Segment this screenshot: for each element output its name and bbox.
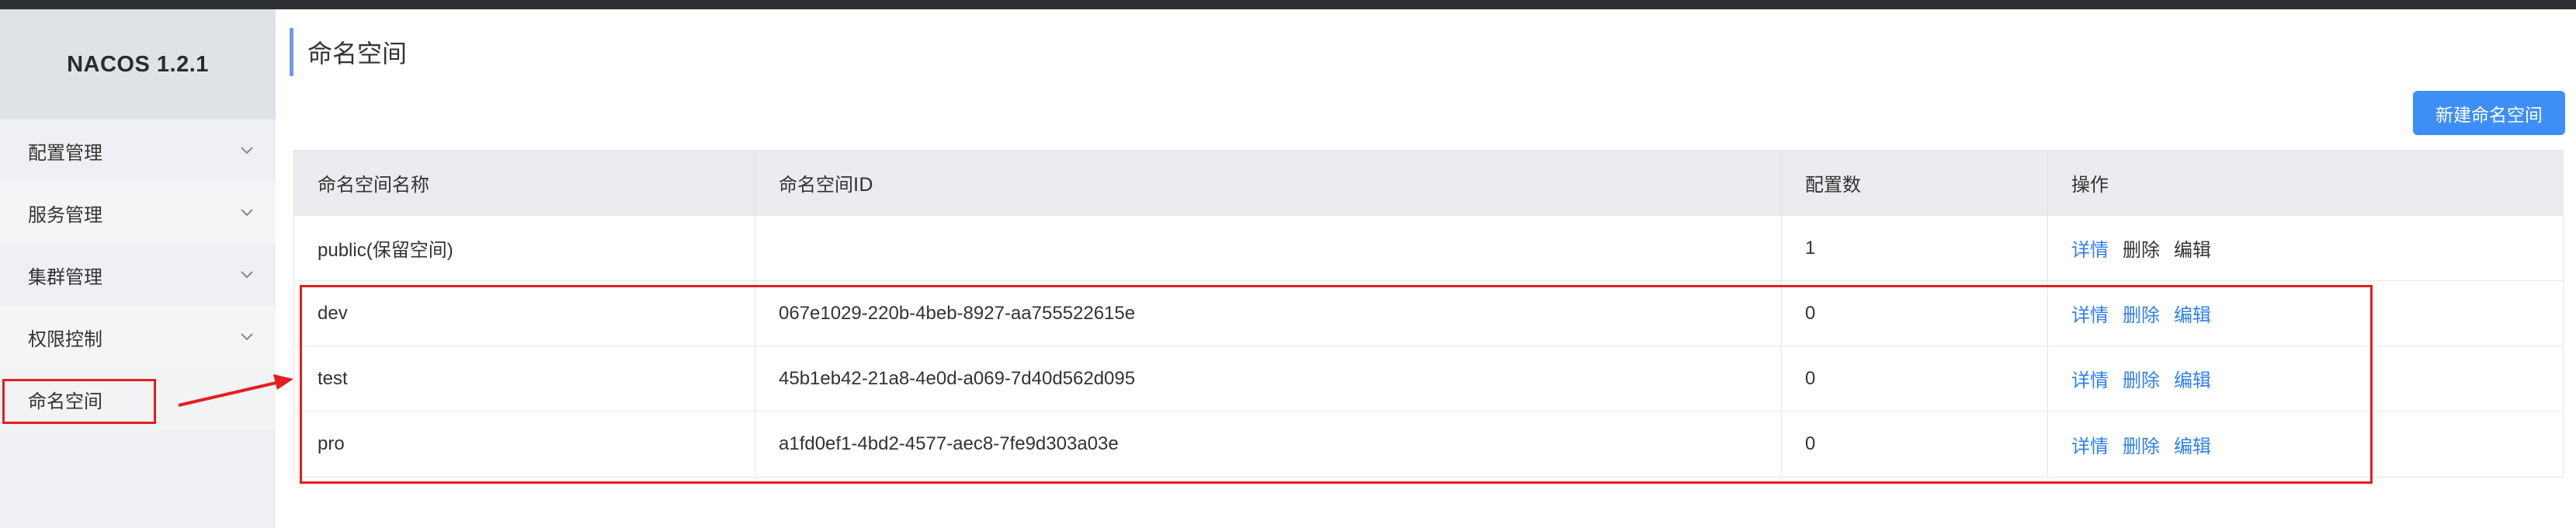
column-header-id: 命名空间ID xyxy=(755,151,1782,215)
namespace-id xyxy=(755,216,1782,280)
delete-link-disabled: 删除 xyxy=(2123,239,2160,261)
sidebar-item-label: 配置管理 xyxy=(28,141,102,164)
sidebar-item-label: 服务管理 xyxy=(28,203,102,226)
annotation-box-sidebar xyxy=(2,379,156,424)
chevron-down-icon xyxy=(241,209,253,217)
row-actions: 详情 删除 编辑 xyxy=(2048,216,2563,280)
table-header: 命名空间名称 命名空间ID 配置数 操作 xyxy=(294,151,2563,216)
column-header-ops: 操作 xyxy=(2071,174,2109,196)
chevron-down-icon xyxy=(241,333,253,341)
sidebar-item-label: 集群管理 xyxy=(28,266,102,288)
table-row: public(保留空间) 1 详情 删除 编辑 xyxy=(294,216,2563,281)
sidebar-item-config[interactable]: 配置管理 xyxy=(0,120,276,182)
sidebar-item-permission[interactable]: 权限控制 xyxy=(0,306,276,368)
top-bar xyxy=(0,0,2576,9)
sidebar-item-service[interactable]: 服务管理 xyxy=(0,182,276,244)
brand-title: NACOS 1.2.1 xyxy=(0,9,276,120)
namespace-name: public(保留空间) xyxy=(294,216,755,280)
column-header-name: 命名空间名称 xyxy=(294,151,755,215)
sidebar: NACOS 1.2.1 配置管理 服务管理 集群管理 权限控制 命名空间 xyxy=(0,9,276,528)
config-count: 1 xyxy=(1782,216,2048,280)
annotation-box-table xyxy=(300,285,2373,484)
new-namespace-button[interactable]: 新建命名空间 xyxy=(2413,91,2565,135)
sidebar-item-label: 权限控制 xyxy=(28,328,102,350)
column-header-count: 配置数 xyxy=(1782,151,2048,215)
chevron-down-icon xyxy=(241,147,253,155)
sidebar-item-cluster[interactable]: 集群管理 xyxy=(0,244,276,306)
details-link[interactable]: 详情 xyxy=(2071,234,2109,262)
edit-link-disabled: 编辑 xyxy=(2174,239,2211,261)
chevron-down-icon xyxy=(241,271,253,279)
page-title: 命名空间 xyxy=(290,28,407,76)
